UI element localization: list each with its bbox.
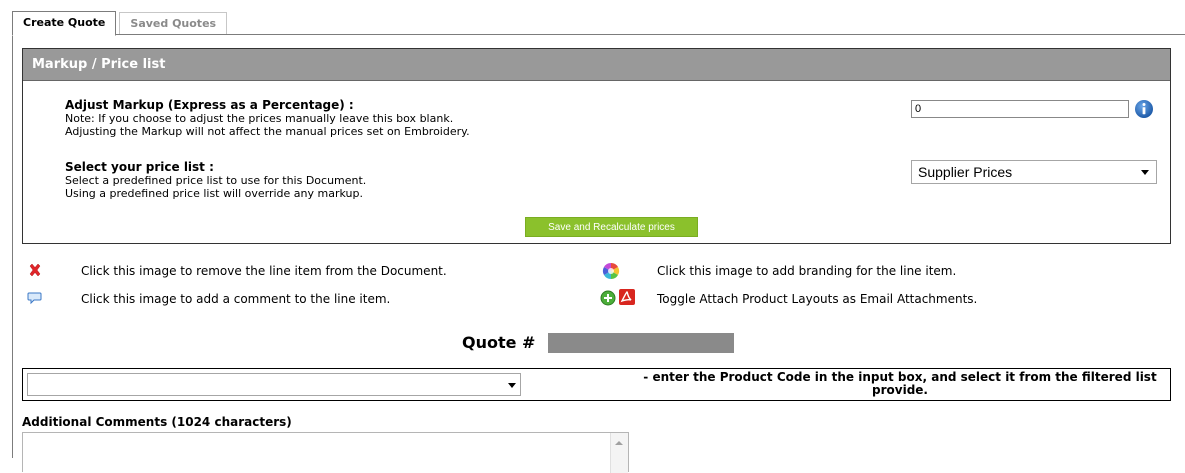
legend-attach-text: Toggle Attach Product Layouts as Email A… bbox=[657, 292, 978, 306]
legend-branding-text: Click this image to add branding for the… bbox=[657, 264, 957, 278]
pdf-icon bbox=[619, 289, 635, 305]
product-select[interactable] bbox=[27, 373, 521, 396]
markup-percentage-input[interactable] bbox=[911, 100, 1129, 118]
legend-remove-text: Click this image to remove the line item… bbox=[81, 264, 447, 278]
price-list-section: Select your price list : Select a predef… bbox=[65, 160, 367, 201]
price-list-override-note: Using a predefined price list will overr… bbox=[65, 187, 363, 200]
additional-comments-textarea[interactable] bbox=[22, 432, 629, 473]
price-list-select[interactable]: Supplier Prices bbox=[911, 160, 1157, 184]
tab-bar: Create Quote Saved Quotes bbox=[12, 11, 228, 36]
chevron-down-icon bbox=[1141, 170, 1149, 175]
info-icon[interactable] bbox=[1134, 99, 1154, 119]
product-entry-row: - enter the Product Code in the input bo… bbox=[22, 368, 1171, 401]
product-code-hint: - enter the Product Code in the input bo… bbox=[643, 370, 1157, 397]
markup-price-list-panel: Markup / Price list Adjust Markup (Expre… bbox=[22, 48, 1171, 244]
quote-number-field bbox=[548, 333, 734, 353]
red-x-icon bbox=[29, 263, 41, 277]
price-list-desc: Select a predefined price list to use fo… bbox=[65, 174, 367, 187]
save-recalculate-button[interactable]: Save and Recalculate prices bbox=[525, 217, 698, 237]
adjust-markup-note-embroidery: Adjusting the Markup will not affect the… bbox=[65, 125, 470, 138]
tab-saved-quotes[interactable]: Saved Quotes bbox=[119, 12, 228, 35]
adjust-markup-title: Adjust Markup (Express as a Percentage) … bbox=[65, 98, 354, 112]
price-list-title: Select your price list : bbox=[65, 160, 214, 174]
chevron-down-icon bbox=[503, 374, 520, 395]
price-list-selected-value: Supplier Prices bbox=[918, 164, 1013, 180]
panel-title: Markup / Price list bbox=[23, 49, 1170, 81]
tab-create-quote[interactable]: Create Quote bbox=[12, 11, 117, 36]
comment-bubble-icon bbox=[27, 292, 42, 305]
content-left-border bbox=[12, 34, 13, 458]
color-wheel-icon bbox=[602, 262, 620, 280]
quote-number-label: Quote # bbox=[462, 333, 536, 352]
adjust-markup-section: Adjust Markup (Express as a Percentage) … bbox=[65, 98, 470, 139]
additional-comments-label: Additional Comments (1024 characters) bbox=[22, 415, 292, 429]
comments-scrollbar[interactable] bbox=[610, 433, 628, 473]
add-icon bbox=[600, 290, 616, 306]
legend-comment-text: Click this image to add a comment to the… bbox=[81, 292, 391, 306]
tab-underline bbox=[12, 34, 1185, 35]
adjust-markup-note: Note: If you choose to adjust the prices… bbox=[65, 112, 454, 125]
